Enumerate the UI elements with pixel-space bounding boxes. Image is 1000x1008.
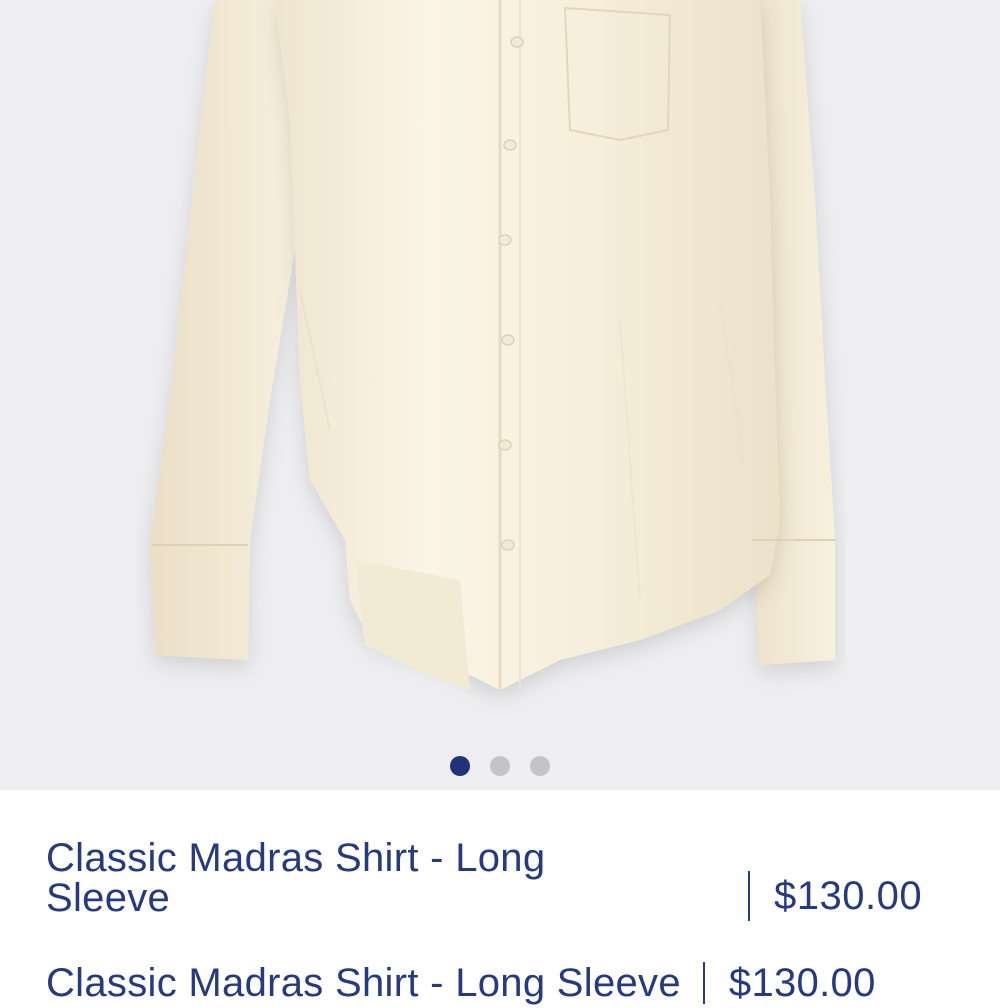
sticky-product-bar: Classic Madras Shirt - Long Sleeve $130.… (46, 958, 1000, 1008)
carousel-dot-3[interactable] (530, 756, 550, 776)
product-title: Classic Madras Shirt - Long Sleeve (46, 838, 666, 918)
sticky-divider (702, 962, 705, 1004)
sticky-product-price: $130.00 (728, 960, 876, 1005)
product-price: $130.00 (774, 873, 923, 918)
price-divider (748, 871, 750, 921)
carousel-dot-2[interactable] (490, 756, 510, 776)
product-image-gallery[interactable] (0, 0, 1000, 790)
product-title-line-2: Sleeve (46, 876, 171, 920)
sticky-product-title: Classic Madras Shirt - Long Sleeve (46, 960, 681, 1005)
carousel-dot-1[interactable] (450, 756, 470, 776)
price-block: $130.00 (748, 870, 922, 922)
product-photo[interactable] (0, 0, 1000, 790)
product-title-line-1: Classic Madras Shirt - Long (46, 836, 546, 880)
carousel-pagination (0, 756, 1000, 776)
product-info: Classic Madras Shirt - Long Sleeve $130.… (0, 790, 1000, 1005)
